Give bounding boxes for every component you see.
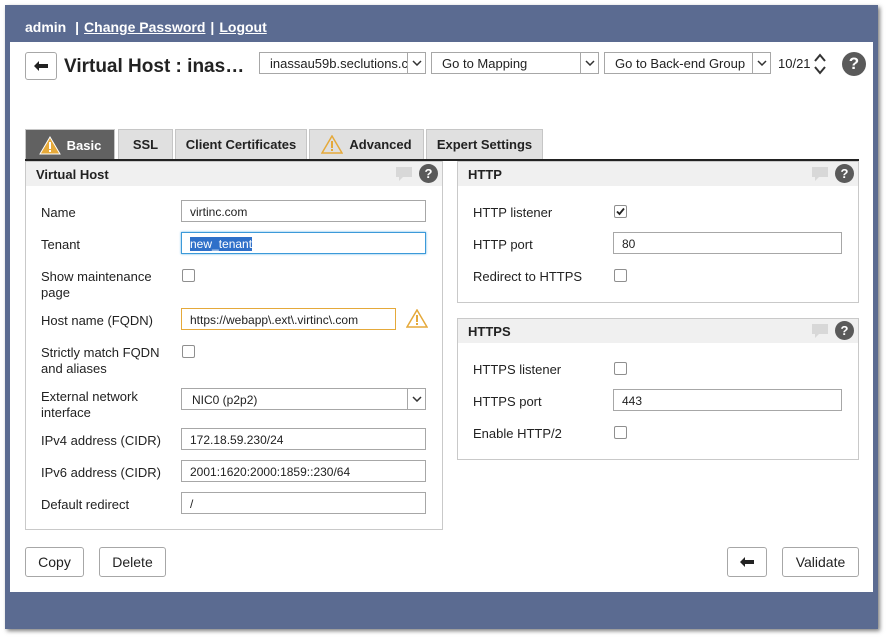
chevron-down-icon: [752, 53, 770, 73]
main-content: Virtual Host : inassa… inassau59b.seclut…: [10, 42, 873, 592]
panel-title: HTTP: [468, 167, 502, 182]
tenant-label: Tenant: [41, 237, 81, 252]
http2-checkbox[interactable]: [614, 426, 627, 439]
validate-button[interactable]: Validate: [782, 547, 859, 577]
logout-link[interactable]: Logout: [219, 19, 266, 35]
chevron-down-icon: [407, 389, 425, 409]
maintenance-label: Show maintenance page: [41, 269, 152, 300]
warning-icon: [406, 309, 428, 328]
tab-label: Basic: [66, 137, 102, 153]
user-bar: admin | Change Password | Logout: [25, 19, 267, 35]
tab-label: Expert Settings: [436, 137, 533, 152]
panel-title: Virtual Host: [36, 167, 109, 182]
tab-basic[interactable]: Basic: [25, 129, 115, 160]
default-redirect-label: Default redirect: [41, 497, 130, 512]
virtual-host-panel: Virtual Host ? Name virtinc.com Tenant n…: [25, 161, 443, 530]
tenant-input[interactable]: new_tenant: [181, 232, 426, 254]
comment-icon[interactable]: [811, 323, 829, 339]
username: admin: [25, 19, 67, 35]
record-counter: 10/21: [778, 56, 811, 71]
https-listener-checkbox[interactable]: [614, 362, 627, 375]
panel-title: HTTPS: [468, 324, 511, 339]
checkmark-icon: [616, 207, 625, 216]
mapping-select-value: Go to Mapping: [442, 56, 528, 71]
copy-button[interactable]: Copy: [25, 547, 84, 577]
warning-icon: [38, 135, 61, 154]
panel-header: Virtual Host ?: [26, 162, 442, 186]
strict-fqdn-checkbox[interactable]: [182, 345, 195, 358]
https-listener-label: HTTPS listener: [473, 362, 562, 377]
tab-advanced[interactable]: Advanced: [309, 129, 424, 159]
arrow-left-icon: [740, 557, 754, 567]
warning-icon: [321, 135, 344, 154]
tab-client-certificates[interactable]: Client Certificates: [175, 129, 307, 159]
help-icon[interactable]: ?: [835, 321, 854, 340]
tab-expert-settings[interactable]: Expert Settings: [426, 129, 543, 159]
comment-icon[interactable]: [811, 166, 829, 182]
redirect-https-label: Redirect to HTTPS: [473, 269, 583, 284]
external-interface-label: External network interface: [41, 389, 138, 420]
http2-label: Enable HTTP/2: [473, 426, 562, 441]
separator: |: [210, 19, 215, 35]
external-interface-value: NIC0 (p2p2): [192, 393, 258, 407]
ipv6-label: IPv6 address (CIDR): [41, 465, 161, 480]
fqdn-label: Host name (FQDN): [41, 313, 153, 328]
http-port-label: HTTP port: [473, 237, 533, 252]
tab-label: SSL: [132, 137, 159, 152]
separator: |: [75, 19, 80, 35]
external-interface-select[interactable]: NIC0 (p2p2): [181, 388, 426, 410]
panel-header: HTTP ?: [458, 162, 858, 186]
ipv4-input[interactable]: 172.18.59.230/24: [181, 428, 426, 450]
change-password-link[interactable]: Change Password: [84, 19, 205, 35]
back-button[interactable]: [727, 547, 767, 577]
maintenance-checkbox[interactable]: [182, 269, 195, 282]
https-panel: HTTPS ? HTTPS listener HTTPS port 443 En…: [457, 318, 859, 460]
tenant-value: new_tenant: [190, 237, 253, 251]
mapping-select[interactable]: Go to Mapping: [431, 52, 599, 74]
arrow-left-icon: [34, 61, 48, 71]
https-port-label: HTTPS port: [473, 394, 542, 409]
backend-group-select[interactable]: Go to Back-end Group: [604, 52, 771, 74]
http-panel: HTTP ? HTTP listener HTTP port 80 Redire…: [457, 161, 859, 303]
help-icon[interactable]: ?: [842, 52, 866, 76]
http-listener-label: HTTP listener: [473, 205, 553, 220]
strict-fqdn-label: Strictly match FQDN and aliases: [41, 345, 160, 376]
ipv6-input[interactable]: 2001:1620:2000:1859::230/64: [181, 460, 426, 482]
chevron-down-icon: [580, 53, 598, 73]
http-port-input[interactable]: 80: [613, 232, 842, 254]
app-frame: admin | Change Password | Logout Virtual Ho…: [5, 5, 878, 629]
name-label: Name: [41, 205, 76, 220]
help-icon[interactable]: ?: [835, 164, 854, 183]
name-input[interactable]: virtinc.com: [181, 200, 426, 222]
help-icon[interactable]: ?: [419, 164, 438, 183]
fqdn-input[interactable]: https://webapp\.ext\.virtinc\.com: [181, 308, 396, 330]
delete-button[interactable]: Delete: [99, 547, 166, 577]
https-port-input[interactable]: 443: [613, 389, 842, 411]
panel-header: HTTPS ?: [458, 319, 858, 343]
comment-icon[interactable]: [395, 166, 413, 182]
backend-group-select-value: Go to Back-end Group: [615, 56, 746, 71]
tab-ssl[interactable]: SSL: [118, 129, 173, 159]
ipv4-label: IPv4 address (CIDR): [41, 433, 161, 448]
virtual-host-select[interactable]: inassau59b.seclutions.c: [259, 52, 426, 74]
chevron-down-icon: [407, 53, 425, 73]
tab-label: Client Certificates: [185, 137, 297, 152]
redirect-https-checkbox[interactable]: [614, 269, 627, 282]
tab-label: Advanced: [349, 137, 412, 152]
page-title: Virtual Host : inassa…: [64, 56, 254, 77]
back-button[interactable]: [25, 52, 57, 80]
virtual-host-select-value: inassau59b.seclutions.c: [270, 56, 409, 71]
http-listener-checkbox[interactable]: [614, 205, 627, 218]
default-redirect-input[interactable]: /: [181, 492, 426, 514]
up-down-arrows-icon[interactable]: [813, 51, 827, 77]
